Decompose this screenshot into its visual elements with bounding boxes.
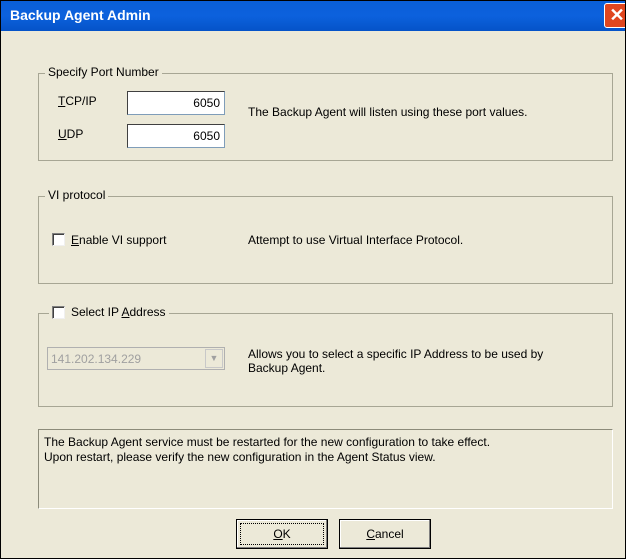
select-ip-address-label[interactable]: Select IP Address xyxy=(68,305,169,319)
select-ip-address-rest: ddress xyxy=(129,305,166,319)
udp-port-input[interactable]: 6050 xyxy=(127,124,225,148)
select-ip-address-checkbox[interactable] xyxy=(49,303,68,322)
udp-label-mnemonic: U xyxy=(58,127,67,141)
ip-address-dropdown[interactable]: 141.202.134.229 ▼ xyxy=(47,347,225,370)
cancel-button[interactable]: Cancel xyxy=(339,519,431,549)
vi-protocol-group-legend: VI protocol xyxy=(45,188,109,202)
ip-description-line1: Allows you to select a specific IP Addre… xyxy=(248,347,544,361)
enable-vi-support-mnemonic: E xyxy=(71,233,80,247)
tcp-ip-port-input[interactable]: 6050 xyxy=(127,91,225,115)
udp-label-rest: DP xyxy=(66,127,84,141)
udp-label: UDP xyxy=(58,127,83,141)
title-bar[interactable]: Backup Agent Admin ✕ xyxy=(1,1,625,31)
vi-description: Attempt to use Virtual Interface Protoco… xyxy=(248,233,464,247)
port-number-group-legend: Specify Port Number xyxy=(45,65,162,79)
tcp-ip-label-rest: CP/IP xyxy=(65,94,97,108)
enable-vi-support-rest: nable VI support xyxy=(79,233,167,247)
close-icon[interactable]: ✕ xyxy=(604,3,625,28)
restart-notice-line2: Upon restart, please verify the new conf… xyxy=(44,450,436,464)
restart-notice-line1: The Backup Agent service must be restart… xyxy=(44,435,491,449)
cancel-button-rest: ancel xyxy=(374,527,404,541)
cancel-button-mnemonic: C xyxy=(366,527,375,541)
port-description: The Backup Agent will listen using these… xyxy=(248,105,528,119)
select-ip-address-pre: Select IP xyxy=(71,305,122,319)
tcp-ip-label: TCP/IP xyxy=(58,94,97,108)
enable-vi-support-label[interactable]: Enable VI support xyxy=(71,233,166,247)
select-ip-address-mnemonic: A xyxy=(121,305,130,319)
ip-description-line2: Backup Agent. xyxy=(248,361,326,375)
ok-button-rest: K xyxy=(282,527,291,541)
enable-vi-support-checkbox[interactable] xyxy=(52,233,65,246)
ok-button[interactable]: OK xyxy=(236,519,328,549)
ip-address-dropdown-value: 141.202.134.229 xyxy=(51,352,142,366)
window-title: Backup Agent Admin xyxy=(10,7,151,23)
ok-button-mnemonic: O xyxy=(273,527,283,541)
chevron-down-icon[interactable]: ▼ xyxy=(205,349,223,368)
backup-agent-admin-dialog: Backup Agent Admin ✕ Specify Port Number… xyxy=(0,0,626,559)
